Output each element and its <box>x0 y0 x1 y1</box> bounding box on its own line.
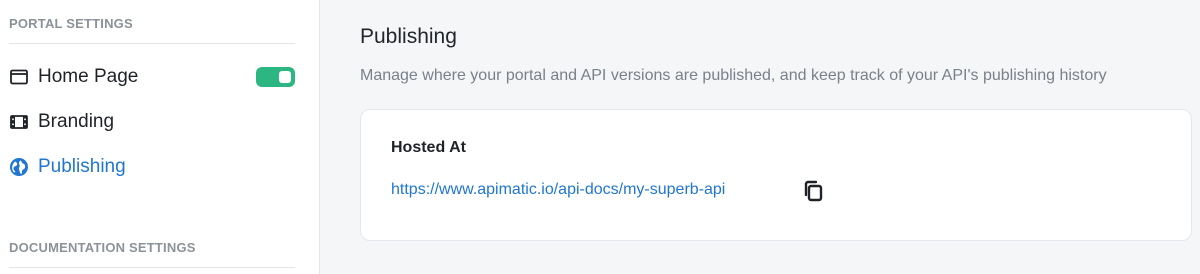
hosted-url-link[interactable]: https://www.apimatic.io/api-docs/my-supe… <box>391 181 725 199</box>
documentation-settings-heading: DOCUMENTATION SETTINGS <box>9 240 196 255</box>
sidebar-item-label: Publishing <box>38 156 126 177</box>
sidebar-item-publishing[interactable]: Publishing <box>9 152 299 182</box>
sidebar-item-branding[interactable]: Branding <box>9 107 299 137</box>
divider <box>9 267 295 268</box>
hosted-at-label: Hosted At <box>391 139 466 156</box>
hosted-at-card: Hosted At https://www.apimatic.io/api-do… <box>360 109 1192 241</box>
page-title: Publishing <box>360 25 457 48</box>
home-page-toggle[interactable] <box>256 67 295 87</box>
sidebar-item-home-page[interactable]: Home Page <box>9 62 299 92</box>
toggle-knob <box>279 71 291 83</box>
film-icon <box>9 112 29 132</box>
page-description: Manage where your portal and API version… <box>360 67 1107 84</box>
sidebar-item-label: Home Page <box>38 66 139 87</box>
globe-icon <box>9 157 29 177</box>
browser-window-icon <box>9 67 29 87</box>
portal-settings-heading: PORTAL SETTINGS <box>9 16 133 31</box>
sidebar-item-label: Branding <box>38 111 115 132</box>
sidebar: PORTAL SETTINGS Home Page Branding Publi… <box>0 0 320 274</box>
copy-icon[interactable] <box>801 179 825 203</box>
divider <box>9 43 295 44</box>
